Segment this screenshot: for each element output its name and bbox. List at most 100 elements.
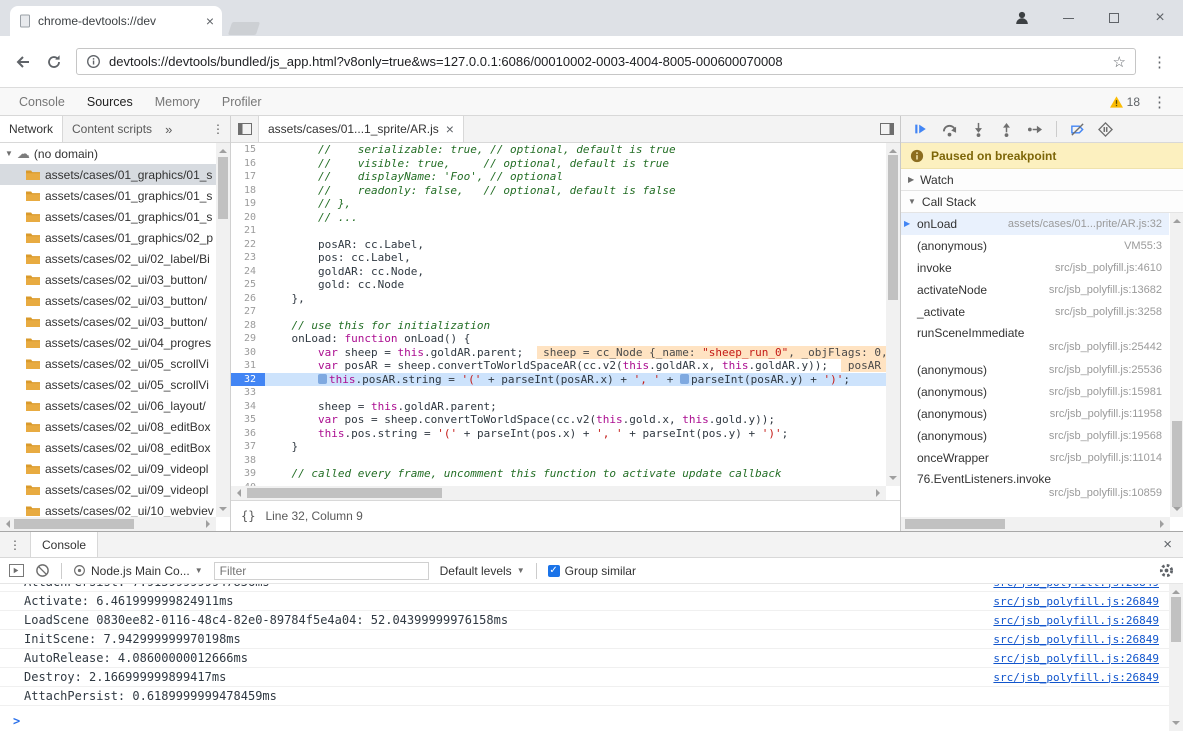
pause-on-exceptions-button[interactable]	[1098, 122, 1113, 137]
line-number[interactable]: 39	[231, 467, 265, 481]
console-settings-gear-icon[interactable]	[1159, 563, 1174, 578]
code-line[interactable]: 33	[231, 386, 886, 400]
sidebar-horizontal-scrollbar[interactable]	[0, 517, 216, 531]
filter-input[interactable]	[214, 562, 429, 580]
omnibox[interactable]: devtools://devtools/bundled/js_app.html?…	[76, 48, 1136, 75]
step-marker-icon[interactable]	[318, 374, 327, 384]
devtools-menu-icon[interactable]: ⋮	[1148, 93, 1171, 111]
profile-icon[interactable]	[999, 0, 1045, 36]
warning-badge[interactable]: 18	[1110, 95, 1140, 109]
code-line[interactable]: 29 onLoad: function onLoad() {	[231, 332, 886, 346]
editor-tab[interactable]: assets/cases/01...1_sprite/AR.js ×	[258, 116, 464, 142]
execution-context-selector[interactable]: Node.js Main Co... ▼	[73, 564, 203, 578]
toggle-navigator-icon[interactable]	[231, 116, 258, 142]
maximize-button[interactable]	[1091, 0, 1137, 36]
call-stack-frame[interactable]: invokesrc/jsb_polyfill.js:4610	[901, 257, 1169, 279]
file-tree-item[interactable]: assets/cases/02_ui/05_scrollVi	[0, 353, 216, 374]
domain-row[interactable]: ▼ ☁ (no domain)	[0, 143, 216, 164]
editor-horizontal-scrollbar[interactable]	[231, 486, 886, 500]
expand-caret-icon[interactable]: ▼	[5, 149, 13, 158]
file-tree-item[interactable]: assets/cases/02_ui/04_progres	[0, 332, 216, 353]
line-number[interactable]: 15	[231, 143, 265, 157]
code-line[interactable]: 23 pos: cc.Label,	[231, 251, 886, 265]
call-stack-frame[interactable]: (anonymous)src/jsb_polyfill.js:25536	[901, 359, 1169, 381]
call-stack-frame[interactable]: 76.EventListeners.invokesrc/jsb_polyfill…	[901, 469, 1169, 505]
message-source-link[interactable]: src/jsb_polyfill.js:26849	[993, 584, 1159, 589]
message-source-link[interactable]: src/jsb_polyfill.js:26849	[993, 614, 1159, 627]
file-tree-item[interactable]: assets/cases/02_ui/03_button/	[0, 269, 216, 290]
tab-memory[interactable]: Memory	[144, 88, 211, 115]
code-line[interactable]: 32 this.posAR.string = '(' + parseInt(po…	[231, 373, 886, 387]
clear-console-icon[interactable]	[35, 563, 50, 578]
code-line[interactable]: 34 sheep = this.goldAR.parent;	[231, 400, 886, 414]
file-tree-item[interactable]: assets/cases/02_ui/10_webviev	[0, 500, 216, 517]
line-number[interactable]: 38	[231, 454, 265, 468]
line-number[interactable]: 30	[231, 346, 265, 360]
file-tree-item[interactable]: assets/cases/02_ui/02_label/Bi	[0, 248, 216, 269]
line-number[interactable]: 23	[231, 251, 265, 265]
page-info-icon[interactable]	[86, 54, 101, 69]
line-number[interactable]: 32	[231, 373, 265, 387]
browser-tab[interactable]: chrome-devtools://dev ×	[10, 6, 222, 36]
browser-menu-icon[interactable]: ⋮	[1148, 53, 1171, 71]
line-number[interactable]: 20	[231, 211, 265, 225]
file-tree-item[interactable]: assets/cases/02_ui/08_editBox	[0, 437, 216, 458]
line-number[interactable]: 28	[231, 319, 265, 333]
code-line[interactable]: 26 },	[231, 292, 886, 306]
code-line[interactable]: 30 var sheep = this.goldAR.parent; sheep…	[231, 346, 886, 360]
sidebar-tab-network[interactable]: Network	[0, 116, 63, 142]
call-stack-frame[interactable]: onceWrappersrc/jsb_polyfill.js:11014	[901, 447, 1169, 469]
file-tree-item[interactable]: assets/cases/01_graphics/01_s	[0, 206, 216, 227]
callstack-vertical-scrollbar[interactable]	[1170, 213, 1183, 517]
call-stack-frame[interactable]: (anonymous)src/jsb_polyfill.js:19568	[901, 425, 1169, 447]
reload-icon[interactable]	[44, 52, 64, 72]
step-out-button[interactable]	[999, 122, 1014, 137]
file-tree-item[interactable]: assets/cases/02_ui/09_videopl	[0, 458, 216, 479]
line-number[interactable]: 24	[231, 265, 265, 279]
code-line[interactable]: 25 gold: cc.Node	[231, 278, 886, 292]
group-similar-checkbox[interactable]: ✓ Group similar	[548, 564, 636, 578]
drawer-menu-icon[interactable]: ⋮	[0, 538, 30, 552]
step-into-button[interactable]	[971, 122, 986, 137]
code-line[interactable]: 35 var pos = sheep.convertToWorldSpace(c…	[231, 413, 886, 427]
editor-vertical-scrollbar[interactable]	[886, 143, 900, 486]
tab-sources[interactable]: Sources	[76, 88, 144, 115]
call-stack-frame[interactable]: (anonymous)src/jsb_polyfill.js:11958	[901, 403, 1169, 425]
line-number[interactable]: 16	[231, 157, 265, 171]
close-button[interactable]: ×	[1137, 0, 1183, 36]
callstack-horizontal-scrollbar[interactable]	[901, 517, 1170, 531]
file-tree-item[interactable]: assets/cases/02_ui/09_videopl	[0, 479, 216, 500]
file-tree-item[interactable]: assets/cases/02_ui/03_button/	[0, 290, 216, 311]
call-stack-frame[interactable]: activateNodesrc/jsb_polyfill.js:13682	[901, 279, 1169, 301]
message-source-link[interactable]: src/jsb_polyfill.js:26849	[993, 671, 1159, 684]
line-number[interactable]: 34	[231, 400, 265, 414]
file-tree-item[interactable]: assets/cases/02_ui/06_layout/	[0, 395, 216, 416]
resume-button[interactable]	[913, 122, 928, 136]
new-tab-button[interactable]	[228, 22, 260, 35]
file-tree-item[interactable]: assets/cases/01_graphics/02_p	[0, 227, 216, 248]
code-line[interactable]: 31 var posAR = sheep.convertToWorldSpace…	[231, 359, 886, 373]
minimize-button[interactable]	[1045, 0, 1091, 36]
file-tree-item[interactable]: assets/cases/02_ui/05_scrollVi	[0, 374, 216, 395]
code-line[interactable]: 36 this.pos.string = '(' + parseInt(pos.…	[231, 427, 886, 441]
line-number[interactable]: 36	[231, 427, 265, 441]
line-number[interactable]: 19	[231, 197, 265, 211]
line-number[interactable]: 25	[231, 278, 265, 292]
code-line[interactable]: 24 goldAR: cc.Node,	[231, 265, 886, 279]
sidebar-vertical-scrollbar[interactable]	[216, 143, 230, 517]
line-number[interactable]: 18	[231, 184, 265, 198]
step-button[interactable]	[1027, 122, 1043, 137]
pretty-print-icon[interactable]: {}	[241, 509, 255, 523]
console-sidebar-icon[interactable]	[9, 564, 24, 577]
line-number[interactable]: 27	[231, 305, 265, 319]
line-number[interactable]: 37	[231, 440, 265, 454]
line-number[interactable]: 35	[231, 413, 265, 427]
back-icon[interactable]	[12, 52, 32, 72]
url-input[interactable]: devtools://devtools/bundled/js_app.html?…	[109, 54, 1105, 69]
file-tree-item[interactable]: assets/cases/01_graphics/01_s	[0, 164, 216, 185]
code-line[interactable]: 27	[231, 305, 886, 319]
message-source-link[interactable]: src/jsb_polyfill.js:26849	[993, 595, 1159, 608]
message-source-link[interactable]: src/jsb_polyfill.js:26849	[993, 652, 1159, 665]
editor-tab-close-icon[interactable]: ×	[446, 122, 454, 136]
call-stack-frame[interactable]: (anonymous)src/jsb_polyfill.js:15981	[901, 381, 1169, 403]
